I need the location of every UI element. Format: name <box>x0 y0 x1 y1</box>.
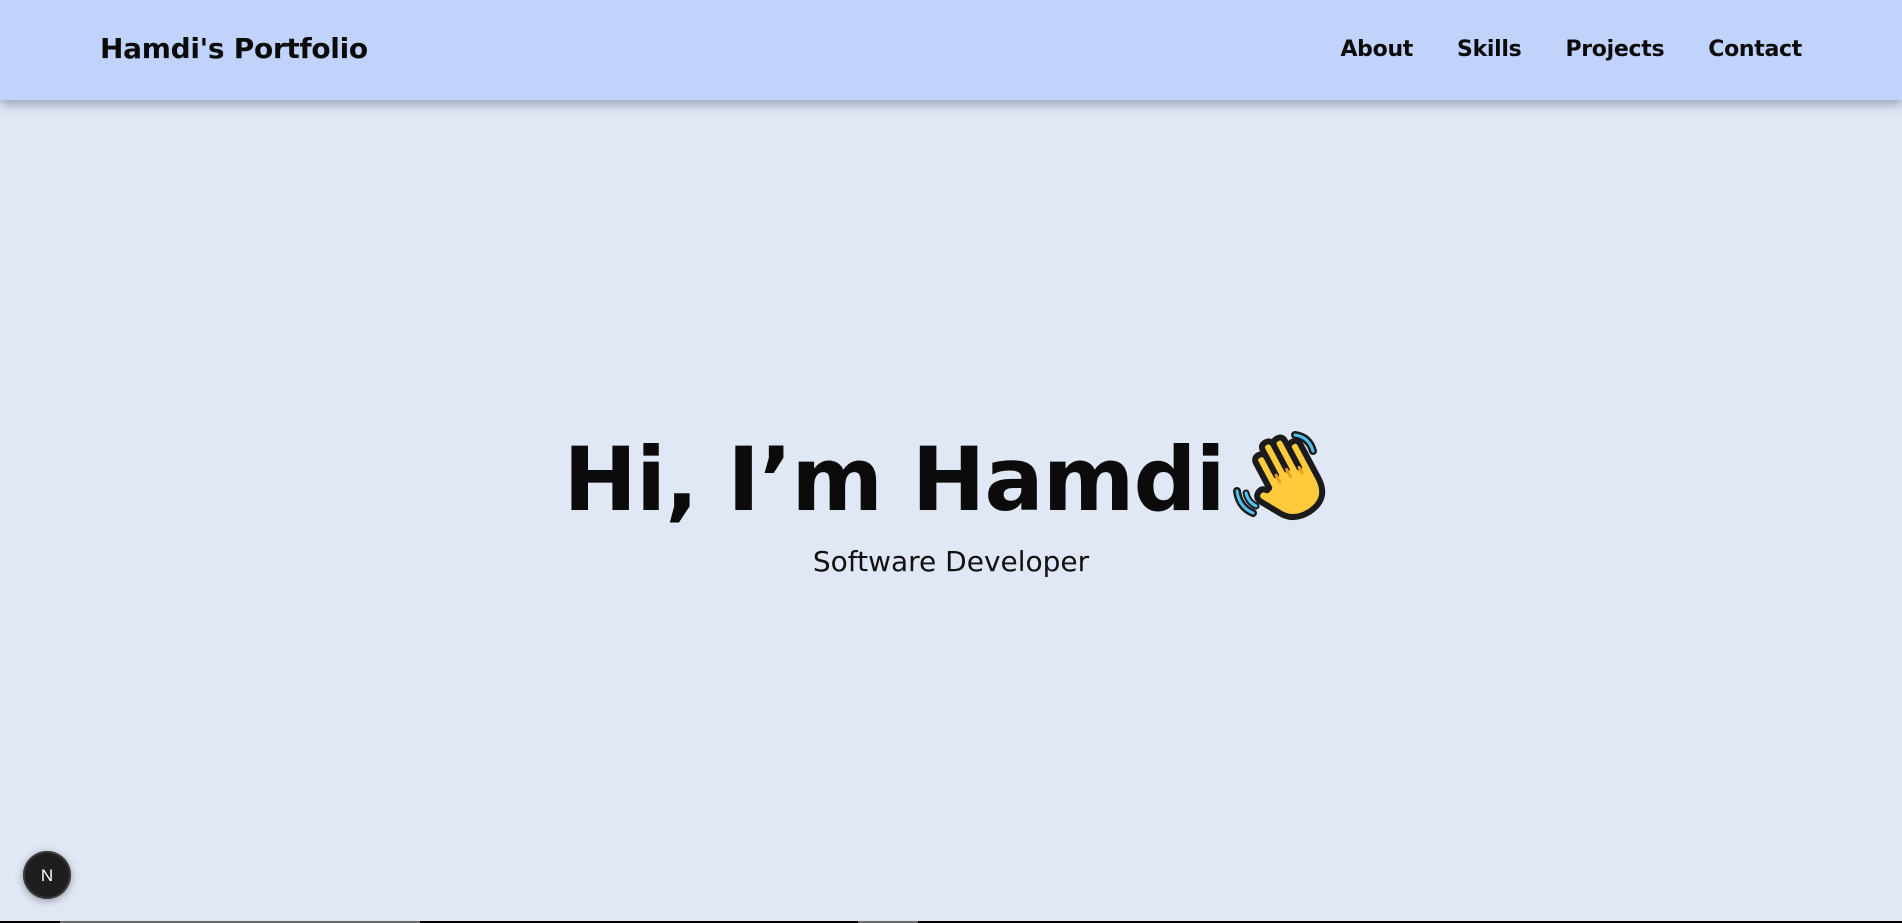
nav-link-about[interactable]: About <box>1340 35 1413 65</box>
nav-link-contact[interactable]: Contact <box>1708 35 1802 65</box>
hero-title-row: Hi, I’m Hamdi <box>0 420 1902 540</box>
portfolio-page: Hamdi's Portfolio About Skills Projects … <box>0 0 1902 921</box>
nav-link-projects[interactable]: Projects <box>1565 35 1664 65</box>
waving-hand-icon <box>1229 421 1339 531</box>
hero-title: Hi, I’m Hamdi <box>563 428 1225 531</box>
hero-section: Hi, I’m Hamdi Software Developer <box>0 420 1902 580</box>
nextjs-logo-icon: N <box>41 866 53 885</box>
nav-links: About Skills Projects Contact <box>1340 35 1802 65</box>
hero-subtitle: Software Developer <box>812 545 1090 578</box>
brand-title[interactable]: Hamdi's Portfolio <box>100 29 368 69</box>
top-navbar: Hamdi's Portfolio About Skills Projects … <box>0 0 1902 100</box>
nextjs-dev-badge[interactable]: N <box>23 851 71 899</box>
nav-link-skills[interactable]: Skills <box>1457 35 1522 65</box>
svg-text:N: N <box>41 866 53 885</box>
